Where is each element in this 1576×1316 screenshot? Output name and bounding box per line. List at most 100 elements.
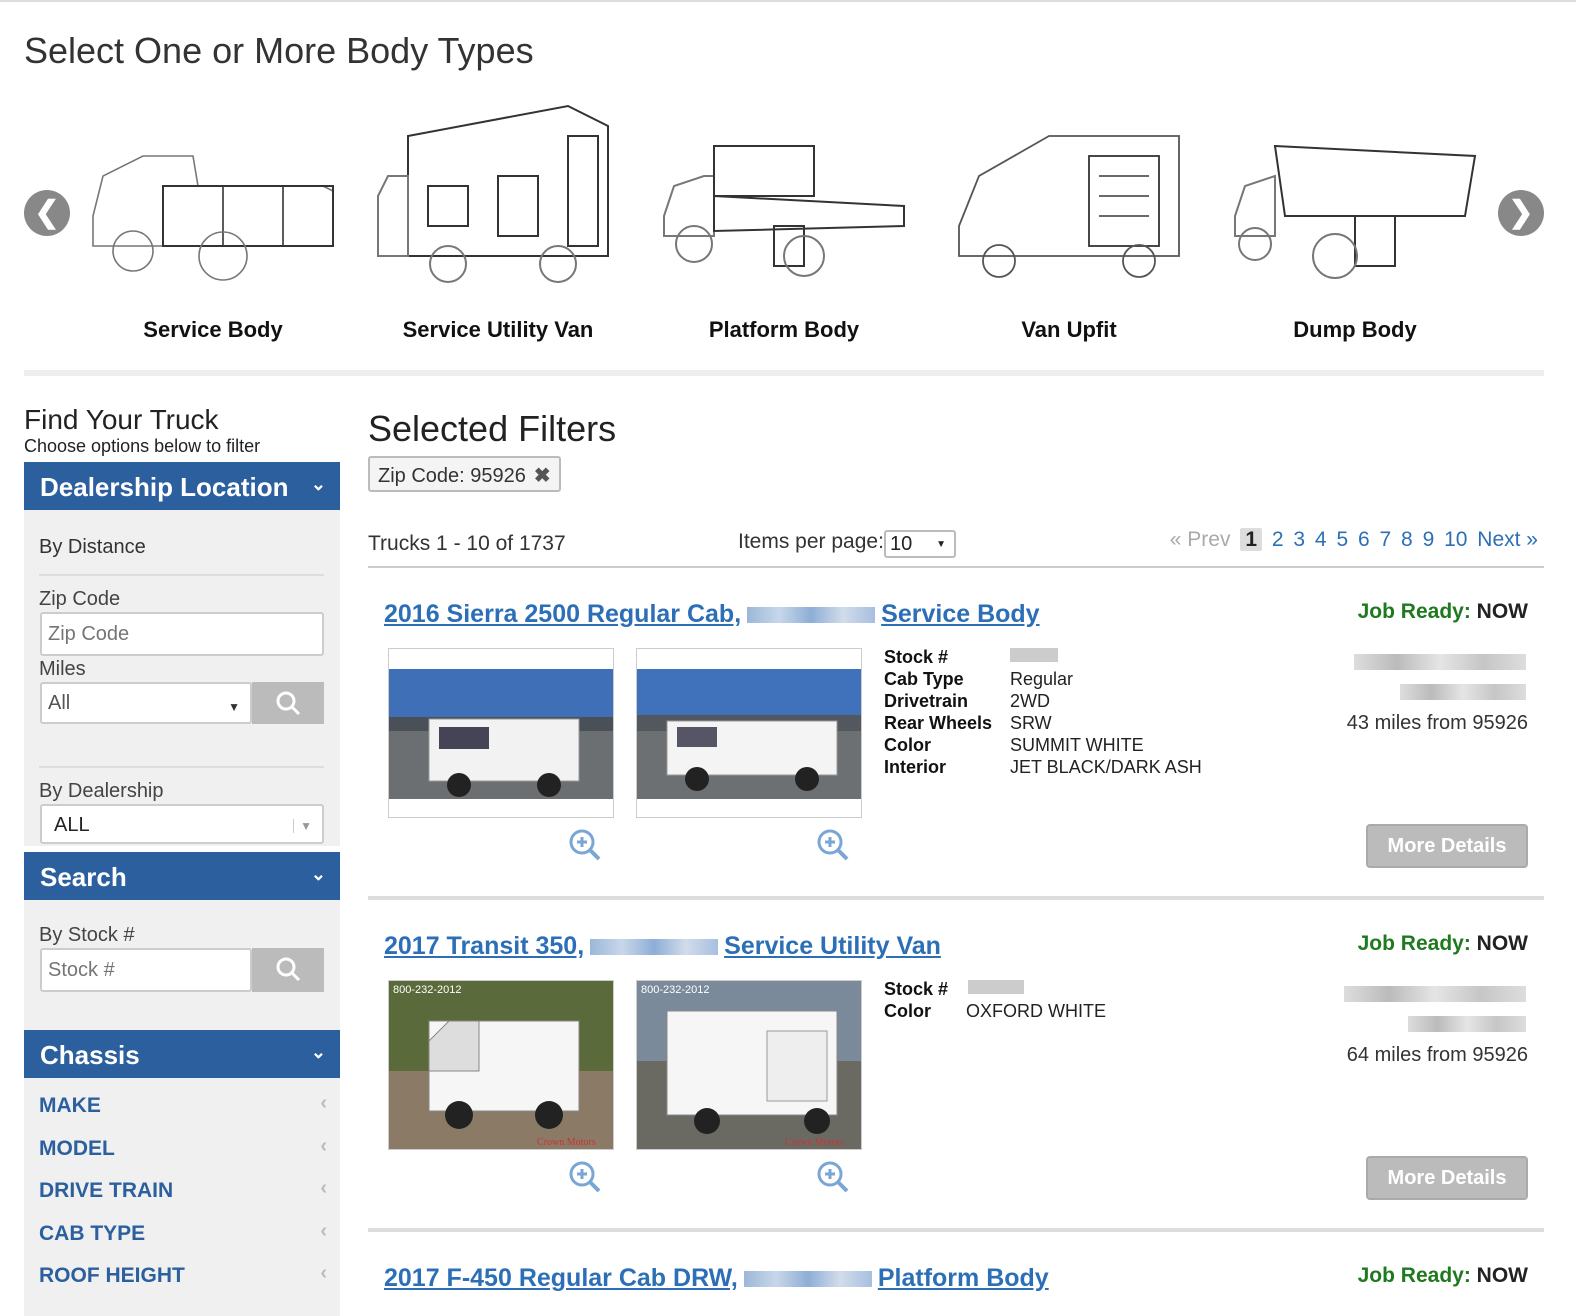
chassis-item-label: CAB TYPE <box>39 1222 146 1245</box>
listing-photo[interactable]: 800-232-2012 Crown Motors <box>636 980 862 1150</box>
search-icon <box>276 691 301 716</box>
dealership-location-panel: By Distance Zip Code Miles All ▼ By Deal… <box>24 510 340 846</box>
pager-page-link[interactable]: 2 <box>1272 528 1284 551</box>
redacted-dealer-name <box>1354 654 1526 670</box>
spec-key: Rear Wheels <box>884 713 993 733</box>
platform-body-truck-icon <box>663 145 905 277</box>
spec-value: OXFORD WHITE <box>966 1001 1106 1021</box>
service-utility-van-icon <box>377 104 609 283</box>
body-type-label: Platform Body <box>708 317 860 342</box>
listing-title-link[interactable]: 2017 Transit 350, Service Utility Van <box>384 932 941 961</box>
chevron-down-icon: ⌄ <box>310 474 326 494</box>
chevron-down-icon: ⌄ <box>310 1042 326 1062</box>
chassis-item-cab-type[interactable]: CAB TYPE ‹ <box>39 1220 329 1246</box>
zoom-in-icon[interactable] <box>568 828 602 862</box>
distance-text: 64 miles from 95926 <box>1346 1044 1528 1066</box>
zip-code-input[interactable] <box>40 612 324 656</box>
redacted-stock-number <box>968 980 1024 994</box>
remove-filter-close-icon[interactable]: ✖ <box>534 465 551 487</box>
body-type-service-utility-van[interactable]: Service Utility Van <box>355 90 641 350</box>
pagination: « Prev 1 2 3 4 5 6 7 8 9 10 Next » <box>1166 528 1538 552</box>
chevron-left-icon: ‹ <box>320 1220 327 1242</box>
pager-page-link[interactable]: 8 <box>1401 528 1413 551</box>
body-type-platform-body[interactable]: Platform Body <box>641 90 927 350</box>
job-ready-value: NOW <box>1476 1264 1528 1287</box>
spec-value: JET BLACK/DARK ASH <box>1010 757 1202 777</box>
carousel-next-arrow-icon[interactable]: ❯ <box>1498 190 1544 236</box>
listing-title-link[interactable]: 2017 F-450 Regular Cab DRW, Platform Body <box>384 1264 1049 1293</box>
zoom-in-icon[interactable] <box>816 828 850 862</box>
chassis-item-roof-height[interactable]: ROOF HEIGHT ‹ <box>39 1262 329 1288</box>
spec-key: Stock # <box>884 647 949 667</box>
filter-sidebar: Find Your Truck Choose options below to … <box>24 404 340 1316</box>
pager-page-link[interactable]: 10 <box>1444 528 1467 551</box>
chassis-item-make[interactable]: MAKE ‹ <box>39 1092 329 1118</box>
spec-value: 2WD <box>1010 691 1050 711</box>
body-type-service-body[interactable]: Service Body <box>70 90 356 350</box>
result-count: Trucks 1 - 10 of 1737 <box>368 532 566 555</box>
pager-page-link[interactable]: 5 <box>1336 528 1348 551</box>
spec-key: Color <box>884 735 931 755</box>
listing-title-start: 2017 F-450 Regular Cab DRW, <box>384 1264 738 1292</box>
listing-title-link[interactable]: 2016 Sierra 2500 Regular Cab, Service Bod… <box>384 600 1040 629</box>
pager-next[interactable]: Next » <box>1477 528 1538 551</box>
miles-select[interactable]: All ▼ <box>40 682 252 724</box>
spec-value: SRW <box>1010 713 1052 733</box>
chassis-header[interactable]: Chassis ⌄ <box>24 1030 340 1078</box>
zoom-in-icon[interactable] <box>816 1160 850 1194</box>
by-dealership-label: By Dealership <box>39 780 164 802</box>
selected-filters-title: Selected Filters <box>368 408 617 449</box>
dump-body-truck-icon <box>1234 144 1477 279</box>
pager-page-link[interactable]: 3 <box>1293 528 1305 551</box>
pager-page-link[interactable]: 6 <box>1358 528 1370 551</box>
pager-prev: « Prev <box>1169 528 1231 551</box>
dealership-select[interactable]: ALL ▼ <box>40 804 324 844</box>
pager-page-link[interactable]: 4 <box>1315 528 1327 551</box>
redacted-text <box>747 607 876 624</box>
stock-search-button[interactable] <box>252 948 324 992</box>
listing-title-start: 2016 Sierra 2500 Regular Cab, <box>384 600 742 628</box>
carousel-prev-arrow-icon[interactable]: ❮ <box>24 190 70 236</box>
dealership-location-header[interactable]: Dealership Location ⌄ <box>24 462 340 510</box>
listing-title-end: Service Body <box>881 600 1040 628</box>
chassis-item-label: DRIVE TRAIN <box>39 1179 174 1202</box>
more-details-button[interactable]: More Details <box>1366 824 1528 868</box>
divider <box>39 766 324 768</box>
listing-photo[interactable] <box>388 648 614 818</box>
pager-page-link[interactable]: 7 <box>1380 528 1392 551</box>
chevron-left-icon: ‹ <box>320 1177 327 1199</box>
listing-title-end: Service Utility Van <box>724 932 941 960</box>
divider <box>39 574 324 576</box>
stock-number-input[interactable] <box>40 948 252 992</box>
listing-photo[interactable] <box>636 648 862 818</box>
listing-item: 2017 Transit 350, Service Utility Van Job… <box>368 932 1544 1252</box>
distance-search-button[interactable] <box>252 682 324 724</box>
redacted-dealer-city <box>1400 684 1526 700</box>
van-photo-image: 800-232-2012 Crown Motors <box>637 981 861 1149</box>
chassis-item-model[interactable]: MODEL ‹ <box>39 1135 329 1161</box>
body-type-carousel: ❮ Service Body Service Utility Van Platf… <box>0 90 1576 360</box>
body-type-label: Van Upfit <box>1021 317 1117 342</box>
photo-phone-text: 800-232-2012 <box>393 984 462 996</box>
spec-key: Stock # <box>884 979 949 999</box>
pager-page-link[interactable]: 9 <box>1423 528 1435 551</box>
section-divider <box>24 370 1544 376</box>
miles-select-value: All <box>48 692 71 714</box>
chassis-item-label: ROOF HEIGHT <box>39 1264 185 1287</box>
redacted-dealer-name <box>1344 986 1526 1002</box>
search-header[interactable]: Search ⌄ <box>24 852 340 900</box>
redacted-text <box>743 1271 872 1288</box>
items-per-page-select[interactable]: 10 ▼ <box>884 530 956 558</box>
chassis-item-drive-train[interactable]: DRIVE TRAIN ‹ <box>39 1177 329 1203</box>
body-type-van-upfit[interactable]: Van Upfit <box>926 90 1212 350</box>
by-distance-label: By Distance <box>39 536 146 558</box>
panel-title: Chassis <box>40 1040 140 1070</box>
listing-photo[interactable]: 800-232-2012 Crown Motors <box>388 980 614 1150</box>
body-type-label: Dump Body <box>1293 317 1417 342</box>
zoom-in-icon[interactable] <box>568 1160 602 1194</box>
body-type-dump-body[interactable]: Dump Body <box>1212 90 1498 350</box>
body-type-label: Service Body <box>143 317 283 342</box>
page-heading: Select One or More Body Types <box>24 30 534 71</box>
more-details-button[interactable]: More Details <box>1366 1156 1528 1200</box>
spec-key: Color <box>884 1001 931 1021</box>
